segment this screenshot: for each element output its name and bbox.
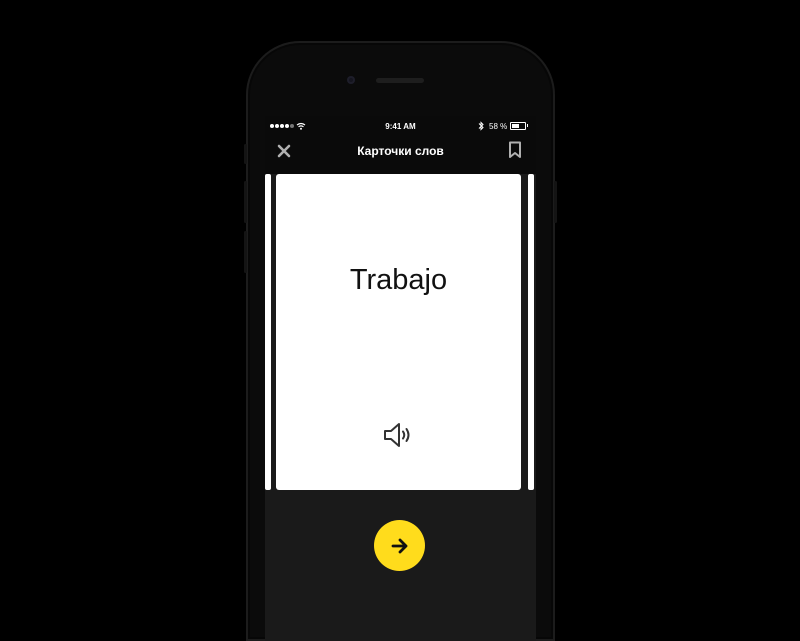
bookmark-button[interactable] <box>508 141 522 159</box>
arrow-right-icon <box>391 538 407 553</box>
status-bar: 9:41 AM 58 % <box>265 116 536 136</box>
next-card-button[interactable] <box>374 520 425 571</box>
front-camera <box>347 76 355 84</box>
speaker-icon <box>384 423 410 447</box>
battery-percent: 58 % <box>489 122 508 131</box>
page-title: Карточки слов <box>357 144 444 158</box>
earpiece-speaker <box>376 78 424 83</box>
bookmark-icon <box>509 141 521 158</box>
bluetooth-icon <box>478 121 484 131</box>
play-audio-button[interactable] <box>382 419 414 451</box>
power-button <box>554 181 557 223</box>
next-card-edge <box>528 174 534 490</box>
phone-frame: 9:41 AM 58 % Карточки слов Trabajo <box>244 41 557 641</box>
previous-card-edge <box>265 174 271 490</box>
battery-icon <box>510 122 528 130</box>
volume-down-button <box>244 231 247 273</box>
navigation-bar: Карточки слов <box>265 136 536 174</box>
volume-up-button <box>244 181 247 223</box>
screen: 9:41 AM 58 % Карточки слов Trabajo <box>265 116 536 641</box>
mute-switch <box>244 144 247 164</box>
card-word: Trabajo <box>349 264 448 296</box>
flashcard[interactable]: Trabajo <box>276 174 521 490</box>
